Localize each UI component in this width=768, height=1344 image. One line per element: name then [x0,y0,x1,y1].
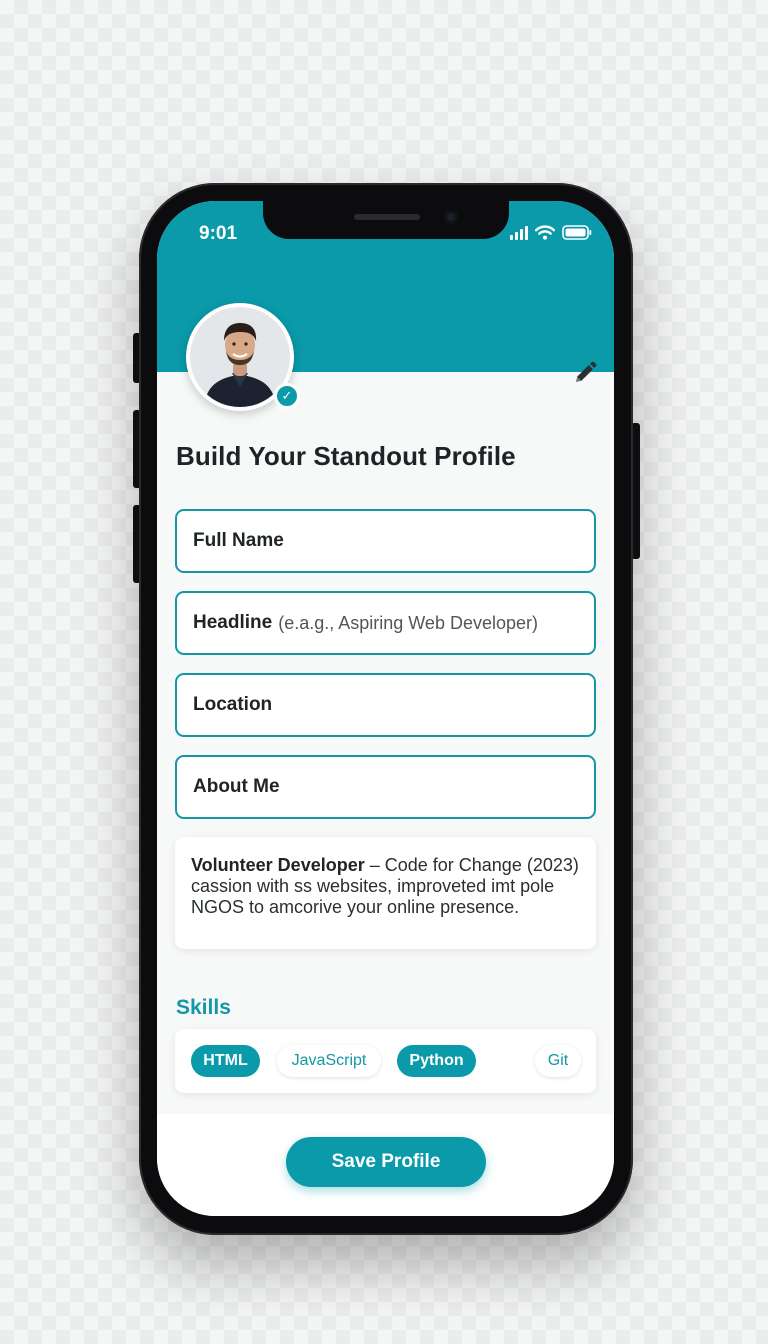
speaker-grille [354,214,420,220]
experience-title: Volunteer Developer – Code for Change (2… [191,855,580,876]
status-time: 9:01 [199,223,238,244]
wifi-icon [535,225,555,240]
headline-label: Headline [193,612,273,633]
skills-card: HTML JavaScript Python Git [175,1029,596,1093]
save-profile-button[interactable]: Save Profile [286,1137,486,1187]
experience-org: – Code for Change (2023) [364,855,579,875]
location-label: Location [193,694,273,715]
status-icons [510,224,592,240]
skill-chip-git[interactable]: Git [535,1045,581,1077]
skill-chip-html[interactable]: HTML [191,1045,260,1077]
full-name-label: Full Name [193,530,284,551]
battery-icon [562,225,592,240]
front-camera [444,210,458,224]
notch [263,201,509,239]
headline-field[interactable]: Headline (e.a.g., Aspiring Web Developer… [175,591,596,655]
pencil-icon[interactable] [573,361,597,385]
experience-description-line: cassion with ss websites, improveted imt… [191,876,555,896]
about-me-field[interactable]: About Me [175,755,596,819]
headline-hint: (e.a.g., Aspiring Web Developer) [278,612,538,633]
signal-icon [510,226,528,240]
experience-card[interactable]: Volunteer Developer – Code for Change (2… [175,837,596,949]
skills-heading: Skills [176,996,231,1019]
experience-description-line: NGOS to amcorive your online presence. [191,897,520,917]
about-me-label: About Me [193,776,280,797]
check-icon: ✓ [274,383,300,409]
full-name-field[interactable]: Full Name [175,509,596,573]
phone-screen: 9:01 ✓ Build Your Standout Profile Full … [157,201,614,1216]
skill-chip-python[interactable]: Python [397,1045,476,1077]
experience-role: Volunteer Developer [191,855,365,875]
location-field[interactable]: Location [175,673,596,737]
skill-chip-javascript[interactable]: JavaScript [277,1045,381,1077]
page-title: Build Your Standout Profile [176,441,516,471]
